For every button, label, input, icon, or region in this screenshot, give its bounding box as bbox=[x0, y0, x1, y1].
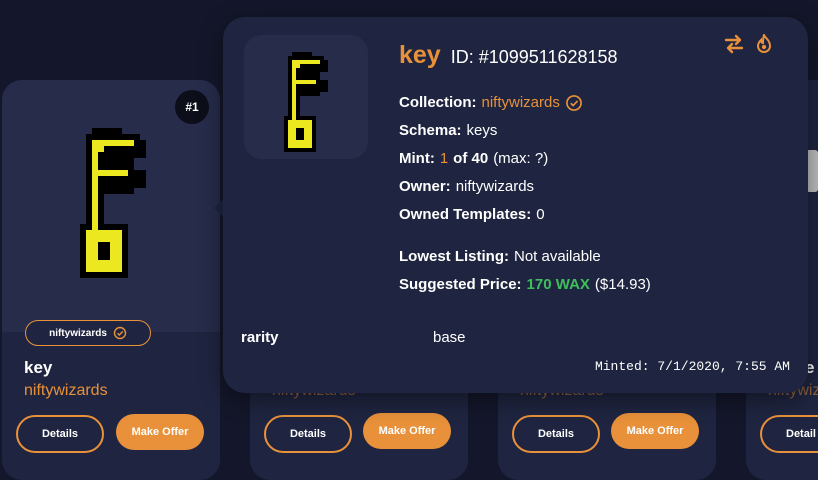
details-button[interactable]: Detail bbox=[760, 415, 818, 453]
key-image bbox=[284, 52, 328, 152]
mint-max: (max: ?) bbox=[493, 150, 549, 167]
attribute-value: base bbox=[433, 329, 466, 346]
owner-label: Owner: bbox=[399, 178, 451, 195]
verified-icon bbox=[565, 95, 582, 111]
make-offer-button[interactable]: Make Offer bbox=[611, 413, 699, 449]
transfer-icon[interactable] bbox=[723, 34, 745, 54]
details-button[interactable]: Details bbox=[512, 415, 600, 453]
card-collection-link[interactable]: niftywizards bbox=[24, 382, 108, 400]
lowest-listing-value: Not available bbox=[514, 248, 601, 265]
card-title[interactable]: key bbox=[24, 358, 52, 378]
mint-supply: of 40 bbox=[453, 150, 489, 167]
collection-row: Collection: niftywizards bbox=[399, 89, 651, 117]
lowest-listing-row: Lowest Listing: Not available bbox=[399, 243, 651, 271]
collection-link[interactable]: niftywizards bbox=[482, 89, 560, 117]
mint-number: 1 bbox=[439, 150, 449, 167]
owned-templates-row: Owned Templates: 0 bbox=[399, 201, 651, 229]
asset-detail-popup: key ID: #1099511628158 Collection: nifty… bbox=[223, 17, 808, 393]
collection-pill-label: niftywizards bbox=[49, 327, 107, 339]
suggested-price-label: Suggested Price: bbox=[399, 276, 522, 293]
popup-title-row: key ID: #1099511628158 bbox=[399, 41, 618, 70]
burn-icon[interactable] bbox=[755, 34, 773, 54]
lowest-listing-label: Lowest Listing: bbox=[399, 248, 509, 265]
mint-label: Mint: bbox=[399, 150, 435, 167]
mint-row: Mint: 1 of 40 (max: ?) bbox=[399, 145, 651, 173]
minted-timestamp: Minted: 7/1/2020, 7:55 AM bbox=[594, 359, 790, 374]
attribute-key: rarity bbox=[241, 329, 279, 346]
popup-actions bbox=[723, 34, 773, 54]
asset-info: Collection: niftywizards Schema: keys Mi… bbox=[399, 89, 651, 299]
schema-label: Schema: bbox=[399, 122, 462, 139]
details-button[interactable]: Details bbox=[16, 415, 104, 453]
collection-label: Collection: bbox=[399, 94, 477, 111]
collection-pill[interactable]: niftywizards bbox=[25, 320, 151, 346]
suggested-price-row: Suggested Price: 170 WAX ($14.93) bbox=[399, 271, 651, 299]
make-offer-button[interactable]: Make Offer bbox=[116, 414, 204, 450]
make-offer-button[interactable]: Make Offer bbox=[363, 413, 451, 449]
verified-icon bbox=[113, 326, 127, 340]
owner-value[interactable]: niftywizards bbox=[456, 173, 534, 201]
suggested-price-usd: ($14.93) bbox=[594, 276, 651, 293]
asset-id: ID: #1099511628158 bbox=[450, 47, 618, 67]
schema-row: Schema: keys bbox=[399, 117, 651, 145]
asset-thumbnail bbox=[244, 35, 368, 159]
schema-value[interactable]: keys bbox=[467, 117, 498, 145]
key-image bbox=[80, 128, 146, 278]
rank-badge: #1 bbox=[175, 90, 209, 124]
asset-name: key bbox=[399, 41, 441, 69]
details-button[interactable]: Details bbox=[264, 415, 352, 453]
owner-row: Owner: niftywizards bbox=[399, 173, 651, 201]
owned-templates-value: 0 bbox=[536, 206, 545, 223]
suggested-price-wax: 170 WAX bbox=[526, 276, 590, 293]
owned-templates-label: Owned Templates: bbox=[399, 206, 532, 223]
